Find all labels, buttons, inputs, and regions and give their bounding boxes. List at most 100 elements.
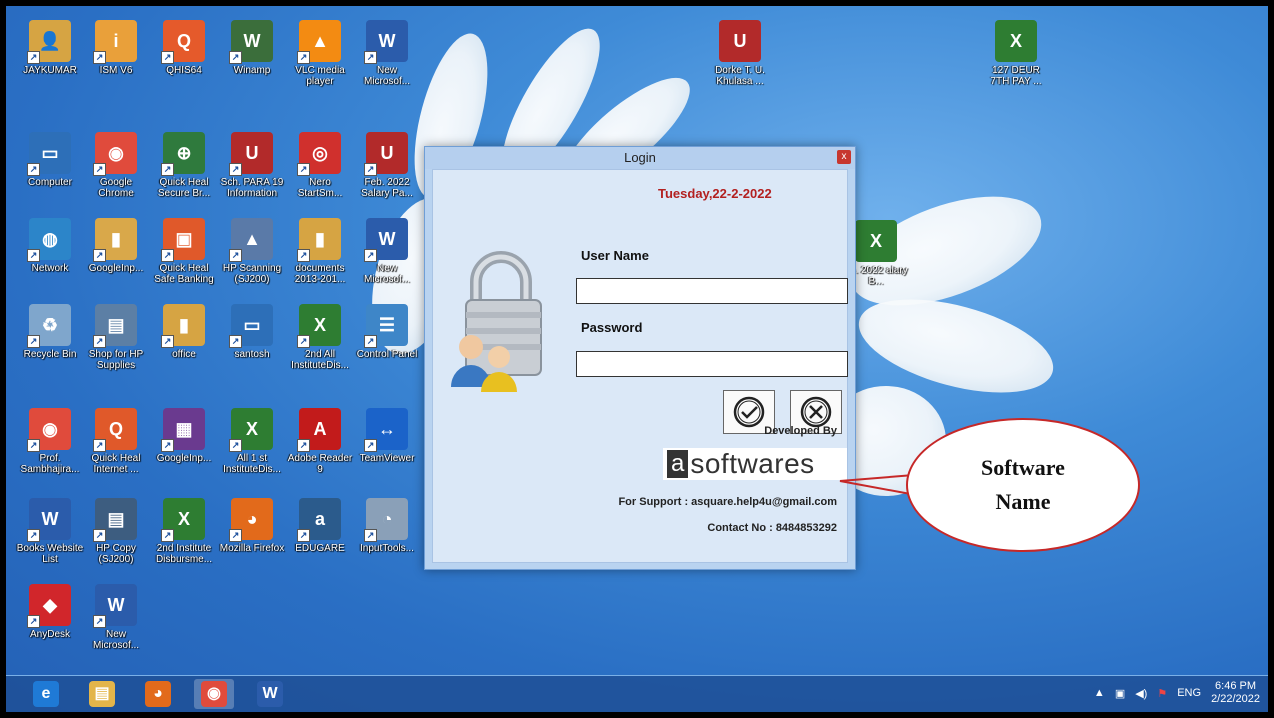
taskbar-app-button[interactable]: ◉ [194,679,234,709]
desktop-icon[interactable]: ▤ ↗ HP Copy (SJ200) [82,498,150,565]
desktop-icon-label: Control Panel [356,349,418,360]
desktop-icon-label: InputTools... [360,543,414,554]
login-titlebar[interactable]: Login x [425,147,855,169]
language-indicator[interactable]: ENG [1177,687,1201,699]
shortcut-arrow-icon: ↗ [93,335,106,348]
desktop-icon-label: Recycle Bin [23,349,77,360]
desktop-icon-label: 127 DEUR 7TH PAY ... [990,65,1042,87]
desktop-icon-label: Computer [28,177,72,188]
desktop-icon-label: New Microsof... [363,263,411,285]
taskbar-app-button[interactable]: e [26,679,66,709]
taskbar-app-icon: W [257,681,283,707]
desktop-icon-label: Feb. 2022 Salary Pa... [361,177,413,199]
close-button[interactable]: x [837,150,851,164]
desktop-icon[interactable]: W ↗ Books Website List [16,498,84,565]
flag-icon[interactable]: ⚑ [1157,687,1167,700]
taskbar-app-button[interactable]: ◕ [138,679,178,709]
app-icon: ▤ ↗ [93,304,137,348]
clock[interactable]: 6:46 PM 2/22/2022 [1211,680,1260,706]
desktop-icon[interactable]: Q ↗ Quick Heal Internet ... [82,408,150,475]
desktop-icon-label: Winamp [233,65,271,76]
app-icon: W ↗ [27,498,71,542]
desktop-icon[interactable]: 👤 ↗ JAYKUMAR [16,20,84,76]
desktop-icon[interactable]: U ↗ Sch. PARA 19 Information [218,132,286,199]
shortcut-arrow-icon: ↗ [364,335,377,348]
shortcut-arrow-icon: ↗ [93,615,106,628]
shortcut-arrow-icon: ↗ [161,335,174,348]
contact-number: Contact No : 8484853292 [707,522,837,534]
taskbar: e ▤ ◕ ◉ W ▲ ▣ ◀) ⚑ ENG 6:46 PM 2/22/2022 [6,675,1268,712]
shortcut-arrow-icon: ↗ [161,163,174,176]
desktop-icon[interactable]: ◍ ↗ Network [16,218,84,274]
desktop-icon-label: New Microsof... [363,65,411,87]
desktop-icon[interactable]: W ↗ New Microsof... [82,584,150,651]
desktop-icon[interactable]: ↔ ↗ TeamViewer [353,408,421,464]
shortcut-arrow-icon: ↗ [229,51,242,64]
show-hidden-icons-icon[interactable]: ▲ [1094,687,1105,699]
app-icon: X [855,220,897,262]
desktop-icon-label: Network [31,263,69,274]
desktop-icon[interactable]: ◎ ↗ Nero StartSm... [286,132,354,199]
desktop-icon-label: Quick Heal Secure Br... [157,177,211,199]
desktop-icon[interactable]: U ↗ Feb. 2022 Salary Pa... [353,132,421,199]
shortcut-arrow-icon: ↗ [297,439,310,452]
desktop-icon[interactable]: ▮ ↗ GoogleInp... [82,218,150,274]
network-icon[interactable]: ▣ [1115,687,1125,700]
desktop-icon-label: Books Website List [16,543,84,565]
desktop-icon[interactable]: ◉ ↗ Google Chrome [82,132,150,199]
desktop-icon[interactable]: a ↗ EDUGARE [286,498,354,554]
app-icon: A ↗ [297,408,341,452]
shortcut-arrow-icon: ↗ [161,439,174,452]
desktop-icon[interactable]: ▭ ↗ Computer [16,132,84,188]
desktop-icon-label: Prof. Sambhajira... [20,453,80,475]
desktop-icon[interactable]: ▭ ↗ santosh [218,304,286,360]
desktop-icon[interactable]: ▣ ↗ Quick Heal Safe Banking [150,218,218,285]
desktop-icon[interactable]: X 127 DEUR 7TH PAY ... [982,20,1050,87]
app-icon: i ↗ [93,20,137,64]
desktop-icon[interactable]: W ↗ Winamp [218,20,286,76]
desktop-icon[interactable]: ▦ ↗ GoogleInp... [150,408,218,464]
shortcut-arrow-icon: ↗ [93,439,106,452]
desktop-icon[interactable]: A ↗ Adobe Reader 9 [286,408,354,475]
desktop-icon-label: JAYKUMAR [23,65,77,76]
desktop-icon[interactable]: X ↗ 2nd Institute Disbursme... [150,498,218,565]
app-icon: a ↗ [297,498,341,542]
shortcut-arrow-icon: ↗ [27,335,40,348]
desktop-icon[interactable]: ▲ ↗ HP Scanning (SJ200) [218,218,286,285]
desktop-icon-label: VLC media player [295,65,345,87]
brand-logo-mark: a [667,450,689,478]
clock-time: 6:46 PM [1215,680,1257,692]
desktop-icon[interactable]: U Dorke T. U. Khulasa ... [706,20,774,87]
desktop-icon[interactable]: ▮ ↗ documents 2013-201... [286,218,354,285]
desktop-icon[interactable]: ◕ ↗ Mozilla Firefox [218,498,286,554]
desktop-icon[interactable]: ⊕ ↗ Quick Heal Secure Br... [150,132,218,199]
desktop-icon[interactable]: W ↗ New Microsof... [353,20,421,87]
taskbar-app-button[interactable]: ▤ [82,679,122,709]
desktop-icon[interactable]: ◔ ↗ InputTools... [353,498,421,554]
taskbar-app-button[interactable]: W [250,679,290,709]
desktop: 👤 ↗ JAYKUMAR i ↗ ISM V6 Q ↗ QHIS64 W ↗ Winamp ▲ ↗ VLC … [6,6,1268,712]
desktop-icon[interactable]: ☰ ↗ Control Panel [353,304,421,360]
desktop-icon[interactable]: ▲ ↗ VLC media player [286,20,354,87]
password-input[interactable] [576,351,848,377]
volume-icon[interactable]: ◀) [1135,687,1147,700]
shortcut-arrow-icon: ↗ [364,439,377,452]
desktop-icon[interactable]: ▤ ↗ Shop for HP Supplies [82,304,150,371]
desktop-icon[interactable]: ♻ ↗ Recycle Bin [16,304,84,360]
desktop-icon[interactable]: W ↗ New Microsof... [353,218,421,285]
shortcut-arrow-icon: ↗ [27,615,40,628]
login-dialog: Login x Tuesday,22-2-2022 User Name Pass… [424,146,856,570]
desktop-icon[interactable]: ◆ ↗ AnyDesk [16,584,84,640]
desktop-icon-label: HP Scanning (SJ200) [222,263,282,285]
shortcut-arrow-icon: ↗ [229,249,242,262]
desktop-icon[interactable]: ◉ ↗ Prof. Sambhajira... [16,408,84,475]
desktop-icon[interactable]: i ↗ ISM V6 [82,20,150,76]
app-icon: ◆ ↗ [27,584,71,628]
desktop-icon[interactable]: X ↗ All 1 st InstituteDis... [218,408,286,475]
callout-line-1: Software [981,455,1065,480]
desktop-icon[interactable]: X ↗ 2nd All InstituteDis... [286,304,354,371]
username-input[interactable] [576,278,848,304]
desktop-icon[interactable]: ▮ ↗ office [150,304,218,360]
taskbar-app-icon: ◉ [201,681,227,707]
desktop-icon[interactable]: Q ↗ QHIS64 [150,20,218,76]
